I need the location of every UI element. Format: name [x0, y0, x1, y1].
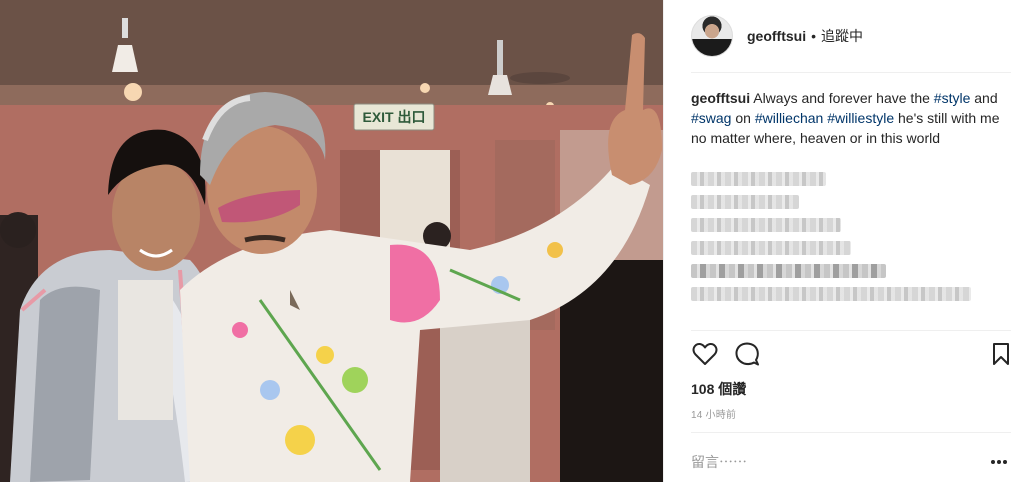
header-divider — [691, 72, 1011, 73]
bookmark-icon — [993, 343, 1009, 365]
caption-divider — [691, 330, 1011, 331]
comment-button[interactable] — [733, 340, 761, 368]
caption-text: Always and forever have the — [753, 90, 930, 106]
blurred-line — [691, 218, 841, 232]
comment-divider — [691, 432, 1011, 433]
hashtag-link[interactable]: #williechan — [755, 110, 823, 126]
blurred-line — [691, 287, 971, 301]
photo-illustration: EXIT 出口 — [0, 0, 663, 482]
hashtag-link[interactable]: #style — [934, 90, 971, 106]
hashtag-link[interactable]: #swag — [691, 110, 731, 126]
username-link[interactable]: geofftsui — [747, 28, 806, 44]
heart-icon — [692, 342, 718, 365]
post-side-panel: geofftsui • 追蹤中 geofftsui Always and for… — [663, 0, 1024, 482]
save-button[interactable] — [987, 340, 1015, 368]
post-photo[interactable]: EXIT 出口 — [0, 0, 663, 482]
like-count[interactable]: 108 個讚 — [691, 379, 746, 399]
caption-username-link[interactable]: geofftsui — [691, 90, 750, 106]
hashtag-link[interactable]: #williestyle — [827, 110, 894, 126]
follow-status-button[interactable]: 追蹤中 — [821, 26, 863, 46]
caption-text: on — [735, 110, 751, 126]
caption-text: and — [974, 90, 998, 106]
avatar[interactable] — [691, 15, 733, 57]
comment-form — [691, 448, 1011, 476]
blurred-line — [691, 241, 851, 255]
like-button[interactable] — [691, 340, 719, 368]
more-options-icon — [991, 460, 1007, 464]
post-header: geofftsui • 追蹤中 — [691, 5, 1011, 67]
post-timestamp[interactable]: 14 小時前 — [691, 406, 736, 421]
blurred-line — [691, 195, 799, 209]
action-bar — [691, 340, 1011, 370]
comment-bubble-icon — [735, 342, 759, 366]
blurred-line — [691, 264, 886, 278]
instagram-post: EXIT 出口 geofftsui • 追蹤中 geofftsui Always… — [0, 0, 1024, 482]
blurred-comments — [691, 172, 1001, 310]
more-options-button[interactable] — [987, 452, 1011, 472]
separator-dot: • — [811, 28, 817, 44]
blurred-line — [691, 172, 826, 186]
svg-text:EXIT 出口: EXIT 出口 — [362, 109, 425, 125]
exit-sign: EXIT 出口 — [353, 103, 435, 131]
post-caption: geofftsui Always and forever have the #s… — [691, 88, 1006, 148]
comment-input[interactable] — [691, 454, 987, 470]
